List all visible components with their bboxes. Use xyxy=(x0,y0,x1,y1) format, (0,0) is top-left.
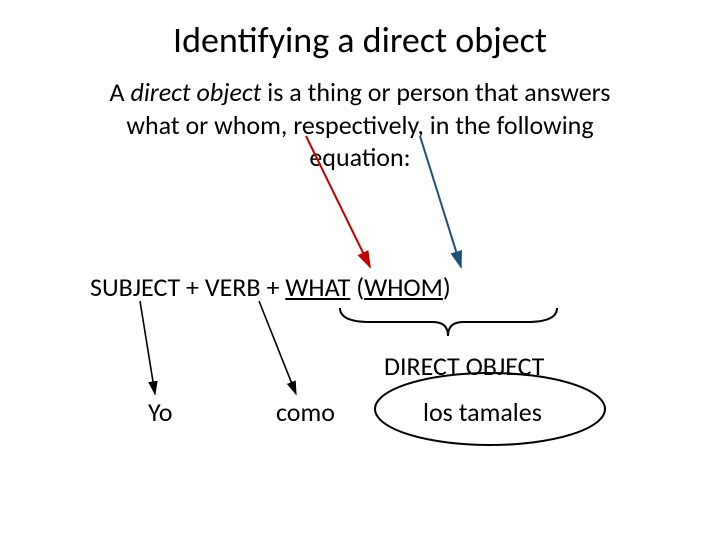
definition-text: A direct object is a thing or person tha… xyxy=(90,76,630,174)
example-verb: como xyxy=(276,396,335,428)
arrow-verb-to-como xyxy=(259,301,296,394)
direct-object-label: DIRECT OBJECT xyxy=(384,350,544,382)
eq-what: WHAT xyxy=(285,271,350,303)
eq-lparen: ( xyxy=(356,271,364,303)
example-object: los tamales xyxy=(423,396,542,428)
def-term: direct object xyxy=(130,76,261,108)
eq-whom: WHOM xyxy=(364,271,443,303)
eq-rparen: ) xyxy=(443,271,451,303)
brace-direct-object xyxy=(340,308,557,336)
eq-plus1: + xyxy=(180,271,205,303)
slide-title: Identifying a direct object xyxy=(0,18,720,62)
arrow-subject-to-yo xyxy=(140,301,155,394)
equation-line: SUBJECT + VERB + WHAT (WHOM) xyxy=(90,271,451,303)
eq-verb: VERB xyxy=(205,271,261,303)
example-subject: Yo xyxy=(148,396,172,428)
def-pre: A xyxy=(110,76,131,108)
eq-subject: SUBJECT xyxy=(90,271,180,303)
eq-plus2: + xyxy=(261,271,286,303)
